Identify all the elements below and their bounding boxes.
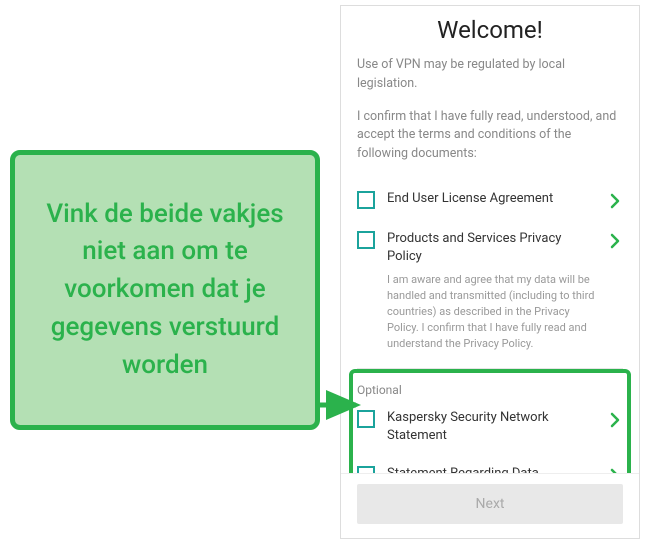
intro-regulation: Use of VPN may be regulated by local leg… (357, 56, 623, 94)
optional-highlight: Optional Kaspersky Security Network Stat… (349, 369, 631, 473)
doc-label: Kaspersky Security Network Statement (387, 409, 597, 445)
doc-body: End User License Agreement (387, 190, 597, 208)
chevron-right-icon[interactable] (609, 411, 623, 429)
doc-label: Statement Regarding Data Processing for … (387, 465, 597, 473)
page-title: Welcome! (357, 16, 623, 44)
chevron-right-icon[interactable] (609, 232, 623, 250)
optional-heading: Optional (357, 375, 623, 399)
doc-label: Products and Services Privacy Policy (387, 230, 597, 266)
annotation-callout: Vink de beide vakjes niet aan om te voor… (10, 150, 320, 430)
doc-body: Kaspersky Security Network Statement (387, 409, 597, 445)
checkbox-marketing[interactable] (357, 466, 375, 473)
arrow-icon (316, 390, 366, 420)
checkbox-eula[interactable] (357, 191, 375, 209)
doc-body: Statement Regarding Data Processing for … (387, 465, 597, 473)
chevron-right-icon[interactable] (609, 192, 623, 210)
doc-label: End User License Agreement (387, 190, 597, 208)
intro-confirm: I confirm that I have fully read, unders… (357, 108, 623, 164)
footer: Next (341, 473, 639, 538)
doc-body: Products and Services Privacy Policy I a… (387, 230, 597, 352)
next-button-label: Next (476, 496, 505, 512)
doc-subtext: I am aware and agree that my data will b… (387, 272, 597, 352)
doc-item-eula[interactable]: End User License Agreement (357, 180, 623, 220)
next-button[interactable]: Next (357, 484, 623, 524)
checkbox-privacy[interactable] (357, 231, 375, 249)
screen-content: Welcome! Use of VPN may be regulated by … (341, 6, 639, 473)
app-screen: Welcome! Use of VPN may be regulated by … (340, 5, 640, 539)
doc-item-privacy[interactable]: Products and Services Privacy Policy I a… (357, 220, 623, 362)
annotation-text: Vink de beide vakjes niet aan om te voor… (35, 196, 295, 384)
doc-item-marketing[interactable]: Statement Regarding Data Processing for … (357, 455, 623, 473)
doc-item-ksn[interactable]: Kaspersky Security Network Statement (357, 399, 623, 455)
